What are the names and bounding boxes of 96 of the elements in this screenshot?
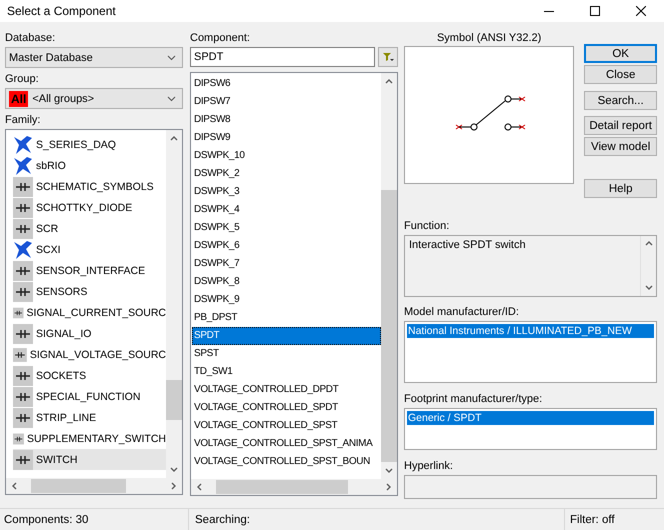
group-dropdown[interactable]: All <All groups> bbox=[5, 88, 183, 109]
component-icon bbox=[13, 218, 33, 238]
scroll-left-icon[interactable] bbox=[196, 483, 204, 491]
component-item[interactable]: PB_DPST bbox=[192, 309, 381, 327]
group-label: Group: bbox=[5, 72, 40, 87]
component-item[interactable]: DIPSW7 bbox=[192, 93, 381, 111]
dialog-button[interactable]: Help bbox=[584, 179, 657, 198]
horizontal-scrollbar[interactable] bbox=[6, 478, 182, 494]
family-item[interactable]: SCHOTTKY_DIODE bbox=[13, 197, 166, 218]
vertical-scrollbar[interactable] bbox=[166, 130, 182, 478]
component-item[interactable]: DIPSW9 bbox=[192, 129, 381, 147]
component-item[interactable]: DSWPK_7 bbox=[192, 255, 381, 273]
vertical-scrollbar[interactable] bbox=[381, 73, 397, 479]
family-item[interactable]: SUPPLEMENTARY_SWITCH bbox=[13, 428, 166, 449]
horizontal-scrollbar[interactable] bbox=[191, 479, 397, 495]
footprint-label: Footprint manufacturer/type: bbox=[404, 392, 544, 408]
filter-button[interactable] bbox=[378, 47, 398, 67]
dialog-button[interactable]: OK bbox=[584, 44, 657, 63]
component-item[interactable]: DSWPK_3 bbox=[192, 183, 381, 201]
footprint-item[interactable]: Generic / SPDT bbox=[407, 411, 654, 426]
dialog-button[interactable]: View model bbox=[584, 137, 657, 156]
family-item[interactable]: SCHEMATIC_SYMBOLS bbox=[13, 176, 166, 197]
scroll-thumb[interactable] bbox=[381, 190, 397, 462]
component-item[interactable]: VOLTAGE_CONTROLLED_SPDT bbox=[192, 399, 381, 417]
scroll-left-icon[interactable] bbox=[10, 482, 18, 490]
component-icon bbox=[13, 260, 33, 280]
window-title: Select a Component bbox=[7, 4, 117, 18]
hyperlink-label: Hyperlink: bbox=[404, 459, 454, 474]
component-item[interactable]: DIPSW8 bbox=[192, 111, 381, 129]
component-item[interactable]: DIPSW6 bbox=[192, 75, 381, 93]
component-item[interactable]: VOLTAGE_CONTROLLED_SPST bbox=[192, 417, 381, 435]
component-icon bbox=[13, 366, 33, 386]
spdt-switch-drawing bbox=[455, 95, 527, 131]
component-item[interactable]: DSWPK_9 bbox=[192, 291, 381, 309]
component-item[interactable]: DSWPK_10 bbox=[192, 147, 381, 165]
symbol-title: Symbol (ANSI Y32.2) bbox=[436, 31, 542, 46]
function-text: Interactive SPDT switch bbox=[408, 238, 527, 254]
component-item[interactable]: SPST bbox=[192, 345, 381, 363]
component-icon bbox=[13, 386, 33, 406]
family-item[interactable]: SIGNAL_CURRENT_SOURC bbox=[13, 302, 166, 323]
function-label: Function: bbox=[404, 219, 450, 234]
database-dropdown[interactable]: Master Database bbox=[5, 47, 183, 68]
scroll-right-icon[interactable] bbox=[170, 482, 178, 490]
component-item[interactable]: TD_SW1 bbox=[192, 363, 381, 381]
scroll-down-icon[interactable] bbox=[385, 466, 393, 474]
model-item[interactable]: National Instruments / ILLUMINATED_PB_NEW bbox=[407, 324, 654, 338]
family-item[interactable]: SENSORS bbox=[13, 281, 166, 302]
component-item[interactable]: DSWPK_4 bbox=[192, 201, 381, 219]
component-count: Components: 30 bbox=[3, 514, 90, 526]
component-item[interactable]: DSWPK_6 bbox=[192, 237, 381, 255]
all-groups-badge: All bbox=[9, 90, 28, 106]
family-label: Family: bbox=[5, 113, 42, 128]
component-search-field[interactable]: SPDT bbox=[190, 47, 375, 67]
component-item[interactable]: VOLTAGE_CONTROLLED_SPST_BOUN bbox=[192, 453, 381, 471]
scroll-up-icon[interactable] bbox=[170, 134, 178, 142]
family-item[interactable]: SPECIAL_FUNCTION bbox=[13, 386, 166, 407]
family-item[interactable]: STRIP_LINE bbox=[13, 407, 166, 428]
scroll-up-icon[interactable] bbox=[385, 78, 393, 86]
family-item[interactable]: SCXI bbox=[13, 239, 166, 260]
chevron-down-icon[interactable] bbox=[167, 96, 176, 102]
component-item[interactable]: DSWPK_2 bbox=[192, 165, 381, 183]
chevron-down-icon[interactable] bbox=[167, 54, 176, 60]
family-item[interactable]: SOCKETS bbox=[13, 365, 166, 386]
family-item[interactable]: sbRIO bbox=[13, 155, 166, 176]
hyperlink-field[interactable] bbox=[404, 475, 657, 499]
family-item[interactable]: SENSOR_INTERFACE bbox=[13, 260, 166, 281]
component-item[interactable]: SPDT bbox=[192, 327, 381, 345]
family-item[interactable]: S_SERIES_DAQ bbox=[13, 134, 166, 155]
family-item[interactable]: SIGNAL_VOLTAGE_SOURC bbox=[13, 344, 166, 365]
search-status: Searching: bbox=[195, 514, 250, 526]
close-icon[interactable] bbox=[636, 6, 646, 16]
component-icon bbox=[13, 176, 33, 196]
filter-icon bbox=[382, 52, 394, 62]
component-item[interactable]: DSWPK_8 bbox=[192, 273, 381, 291]
scroll-thumb[interactable] bbox=[31, 479, 126, 493]
maximize-icon[interactable] bbox=[590, 6, 600, 16]
dialog-button[interactable]: Search... bbox=[584, 91, 657, 110]
component-item[interactable]: VOLTAGE_CONTROLLED_SPST_ANIMA bbox=[192, 435, 381, 453]
component-item[interactable]: DSWPK_5 bbox=[192, 219, 381, 237]
family-item[interactable]: SWITCH bbox=[13, 449, 166, 470]
scroll-thumb[interactable] bbox=[166, 380, 182, 420]
dialog-button[interactable]: Close bbox=[584, 65, 657, 84]
family-item[interactable]: SIGNAL_IO bbox=[13, 323, 166, 344]
minimize-icon[interactable] bbox=[544, 10, 554, 12]
scroll-thumb[interactable] bbox=[216, 480, 348, 494]
scroll-right-icon[interactable] bbox=[384, 483, 392, 491]
scroll-down-icon[interactable] bbox=[170, 466, 178, 474]
component-icon bbox=[13, 198, 33, 218]
scroll-down-icon[interactable] bbox=[644, 284, 652, 292]
model-label: Model manufacturer/ID: bbox=[404, 304, 520, 320]
dialog-button[interactable]: Detail report bbox=[584, 116, 657, 135]
database-label: Database: bbox=[5, 31, 56, 46]
family-item[interactable]: SCR bbox=[13, 218, 166, 239]
filter-status: Filter: off bbox=[570, 514, 615, 526]
component-item[interactable]: VOLTAGE_CONTROLLED_DPDT bbox=[192, 381, 381, 399]
component-label: Component: bbox=[190, 31, 251, 46]
